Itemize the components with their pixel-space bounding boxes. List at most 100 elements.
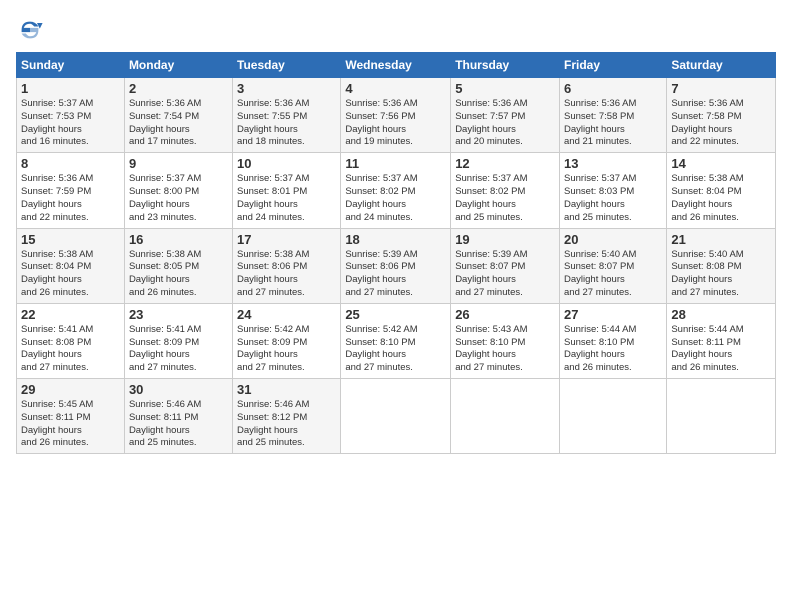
day-cell: 9 Sunrise: 5:37 AM Sunset: 8:00 PM Dayli… <box>124 153 232 228</box>
day-info: Sunrise: 5:36 AM Sunset: 7:57 PM Dayligh… <box>455 98 555 149</box>
day-number: 16 <box>129 232 228 247</box>
day-info: Sunrise: 5:37 AM Sunset: 8:01 PM Dayligh… <box>237 173 336 224</box>
day-info: Sunrise: 5:39 AM Sunset: 8:06 PM Dayligh… <box>345 249 446 300</box>
day-number: 1 <box>21 81 120 96</box>
day-info: Sunrise: 5:43 AM Sunset: 8:10 PM Dayligh… <box>455 324 555 375</box>
day-info: Sunrise: 5:36 AM Sunset: 7:58 PM Dayligh… <box>564 98 662 149</box>
day-number: 18 <box>345 232 446 247</box>
day-cell: 10 Sunrise: 5:37 AM Sunset: 8:01 PM Dayl… <box>233 153 341 228</box>
day-info: Sunrise: 5:36 AM Sunset: 7:56 PM Dayligh… <box>345 98 446 149</box>
day-cell: 14 Sunrise: 5:38 AM Sunset: 8:04 PM Dayl… <box>667 153 776 228</box>
day-number: 30 <box>129 382 228 397</box>
day-info: Sunrise: 5:37 AM Sunset: 7:53 PM Dayligh… <box>21 98 120 149</box>
day-info: Sunrise: 5:36 AM Sunset: 7:59 PM Dayligh… <box>21 173 120 224</box>
day-info: Sunrise: 5:36 AM Sunset: 7:54 PM Dayligh… <box>129 98 228 149</box>
day-number: 27 <box>564 307 662 322</box>
day-info: Sunrise: 5:38 AM Sunset: 8:04 PM Dayligh… <box>671 173 771 224</box>
day-info: Sunrise: 5:46 AM Sunset: 8:12 PM Dayligh… <box>237 399 336 450</box>
day-number: 3 <box>237 81 336 96</box>
day-cell: 13 Sunrise: 5:37 AM Sunset: 8:03 PM Dayl… <box>560 153 667 228</box>
day-number: 26 <box>455 307 555 322</box>
day-info: Sunrise: 5:44 AM Sunset: 8:11 PM Dayligh… <box>671 324 771 375</box>
day-cell: 25 Sunrise: 5:42 AM Sunset: 8:10 PM Dayl… <box>341 303 451 378</box>
day-cell: 19 Sunrise: 5:39 AM Sunset: 8:07 PM Dayl… <box>451 228 560 303</box>
day-cell: 20 Sunrise: 5:40 AM Sunset: 8:07 PM Dayl… <box>560 228 667 303</box>
day-cell: 16 Sunrise: 5:38 AM Sunset: 8:05 PM Dayl… <box>124 228 232 303</box>
day-number: 22 <box>21 307 120 322</box>
day-cell: 2 Sunrise: 5:36 AM Sunset: 7:54 PM Dayli… <box>124 78 232 153</box>
day-number: 11 <box>345 156 446 171</box>
weekday-wednesday: Wednesday <box>341 53 451 78</box>
day-cell: 23 Sunrise: 5:41 AM Sunset: 8:09 PM Dayl… <box>124 303 232 378</box>
day-number: 2 <box>129 81 228 96</box>
day-info: Sunrise: 5:36 AM Sunset: 7:58 PM Dayligh… <box>671 98 771 149</box>
day-cell: 3 Sunrise: 5:36 AM Sunset: 7:55 PM Dayli… <box>233 78 341 153</box>
day-cell <box>667 379 776 454</box>
day-cell: 8 Sunrise: 5:36 AM Sunset: 7:59 PM Dayli… <box>17 153 125 228</box>
week-row-3: 15 Sunrise: 5:38 AM Sunset: 8:04 PM Dayl… <box>17 228 776 303</box>
day-info: Sunrise: 5:37 AM Sunset: 8:00 PM Dayligh… <box>129 173 228 224</box>
day-number: 31 <box>237 382 336 397</box>
weekday-thursday: Thursday <box>451 53 560 78</box>
day-number: 17 <box>237 232 336 247</box>
day-info: Sunrise: 5:38 AM Sunset: 8:06 PM Dayligh… <box>237 249 336 300</box>
calendar-header: SundayMondayTuesdayWednesdayThursdayFrid… <box>17 53 776 78</box>
weekday-row: SundayMondayTuesdayWednesdayThursdayFrid… <box>17 53 776 78</box>
day-number: 24 <box>237 307 336 322</box>
day-number: 21 <box>671 232 771 247</box>
day-info: Sunrise: 5:36 AM Sunset: 7:55 PM Dayligh… <box>237 98 336 149</box>
day-info: Sunrise: 5:37 AM Sunset: 8:03 PM Dayligh… <box>564 173 662 224</box>
day-info: Sunrise: 5:41 AM Sunset: 8:08 PM Dayligh… <box>21 324 120 375</box>
day-info: Sunrise: 5:44 AM Sunset: 8:10 PM Dayligh… <box>564 324 662 375</box>
week-row-4: 22 Sunrise: 5:41 AM Sunset: 8:08 PM Dayl… <box>17 303 776 378</box>
day-cell: 7 Sunrise: 5:36 AM Sunset: 7:58 PM Dayli… <box>667 78 776 153</box>
day-number: 12 <box>455 156 555 171</box>
calendar-body: 1 Sunrise: 5:37 AM Sunset: 7:53 PM Dayli… <box>17 78 776 454</box>
day-cell: 18 Sunrise: 5:39 AM Sunset: 8:06 PM Dayl… <box>341 228 451 303</box>
day-cell: 29 Sunrise: 5:45 AM Sunset: 8:11 PM Dayl… <box>17 379 125 454</box>
day-info: Sunrise: 5:42 AM Sunset: 8:09 PM Dayligh… <box>237 324 336 375</box>
day-cell: 15 Sunrise: 5:38 AM Sunset: 8:04 PM Dayl… <box>17 228 125 303</box>
logo <box>16 16 48 44</box>
day-cell <box>341 379 451 454</box>
day-info: Sunrise: 5:42 AM Sunset: 8:10 PM Dayligh… <box>345 324 446 375</box>
day-number: 20 <box>564 232 662 247</box>
day-cell: 22 Sunrise: 5:41 AM Sunset: 8:08 PM Dayl… <box>17 303 125 378</box>
weekday-tuesday: Tuesday <box>233 53 341 78</box>
weekday-monday: Monday <box>124 53 232 78</box>
day-info: Sunrise: 5:40 AM Sunset: 8:08 PM Dayligh… <box>671 249 771 300</box>
day-cell: 27 Sunrise: 5:44 AM Sunset: 8:10 PM Dayl… <box>560 303 667 378</box>
day-cell <box>451 379 560 454</box>
day-info: Sunrise: 5:45 AM Sunset: 8:11 PM Dayligh… <box>21 399 120 450</box>
day-cell: 31 Sunrise: 5:46 AM Sunset: 8:12 PM Dayl… <box>233 379 341 454</box>
day-number: 14 <box>671 156 771 171</box>
day-number: 7 <box>671 81 771 96</box>
day-cell: 24 Sunrise: 5:42 AM Sunset: 8:09 PM Dayl… <box>233 303 341 378</box>
day-number: 29 <box>21 382 120 397</box>
day-number: 10 <box>237 156 336 171</box>
day-cell: 30 Sunrise: 5:46 AM Sunset: 8:11 PM Dayl… <box>124 379 232 454</box>
day-info: Sunrise: 5:46 AM Sunset: 8:11 PM Dayligh… <box>129 399 228 450</box>
header <box>16 12 776 44</box>
page: SundayMondayTuesdayWednesdayThursdayFrid… <box>0 0 792 612</box>
logo-icon <box>16 16 44 44</box>
week-row-5: 29 Sunrise: 5:45 AM Sunset: 8:11 PM Dayl… <box>17 379 776 454</box>
day-number: 15 <box>21 232 120 247</box>
day-info: Sunrise: 5:41 AM Sunset: 8:09 PM Dayligh… <box>129 324 228 375</box>
day-cell: 11 Sunrise: 5:37 AM Sunset: 8:02 PM Dayl… <box>341 153 451 228</box>
day-number: 25 <box>345 307 446 322</box>
day-info: Sunrise: 5:37 AM Sunset: 8:02 PM Dayligh… <box>345 173 446 224</box>
day-cell <box>560 379 667 454</box>
day-cell: 6 Sunrise: 5:36 AM Sunset: 7:58 PM Dayli… <box>560 78 667 153</box>
week-row-1: 1 Sunrise: 5:37 AM Sunset: 7:53 PM Dayli… <box>17 78 776 153</box>
day-number: 6 <box>564 81 662 96</box>
day-cell: 21 Sunrise: 5:40 AM Sunset: 8:08 PM Dayl… <box>667 228 776 303</box>
day-cell: 12 Sunrise: 5:37 AM Sunset: 8:02 PM Dayl… <box>451 153 560 228</box>
day-cell: 5 Sunrise: 5:36 AM Sunset: 7:57 PM Dayli… <box>451 78 560 153</box>
day-cell: 1 Sunrise: 5:37 AM Sunset: 7:53 PM Dayli… <box>17 78 125 153</box>
day-number: 4 <box>345 81 446 96</box>
day-cell: 4 Sunrise: 5:36 AM Sunset: 7:56 PM Dayli… <box>341 78 451 153</box>
day-cell: 17 Sunrise: 5:38 AM Sunset: 8:06 PM Dayl… <box>233 228 341 303</box>
day-info: Sunrise: 5:39 AM Sunset: 8:07 PM Dayligh… <box>455 249 555 300</box>
day-number: 8 <box>21 156 120 171</box>
